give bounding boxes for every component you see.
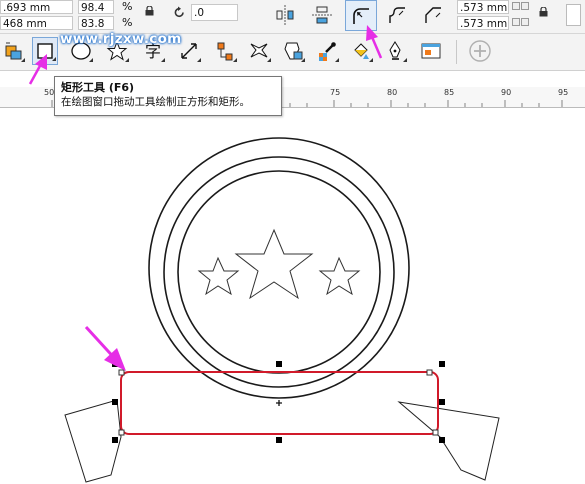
annotation-arrows <box>28 25 383 85</box>
ribbon-right[interactable] <box>397 401 500 481</box>
star-right[interactable] <box>318 256 361 296</box>
handle-middle-right[interactable] <box>439 399 445 405</box>
annotation-arrow-round-corner <box>366 25 383 59</box>
handle-bottom-center[interactable] <box>276 437 282 443</box>
handle-top-right[interactable] <box>439 361 445 367</box>
corner-node[interactable] <box>432 429 439 436</box>
drawing-canvas[interactable] <box>0 108 585 484</box>
annotation-arrow-rectangle-tool <box>28 54 47 85</box>
corner-node[interactable] <box>118 429 125 436</box>
annotation-arrow-canvas <box>84 325 126 371</box>
corner-node[interactable] <box>426 369 433 376</box>
center-marker <box>276 400 282 406</box>
handle-middle-left[interactable] <box>112 399 118 405</box>
star-center[interactable] <box>234 228 314 300</box>
star-left[interactable] <box>197 256 240 296</box>
handle-bottom-right[interactable] <box>439 437 445 443</box>
handle-bottom-left[interactable] <box>112 437 118 443</box>
handle-top-center[interactable] <box>276 361 282 367</box>
corner-node[interactable] <box>118 369 125 376</box>
